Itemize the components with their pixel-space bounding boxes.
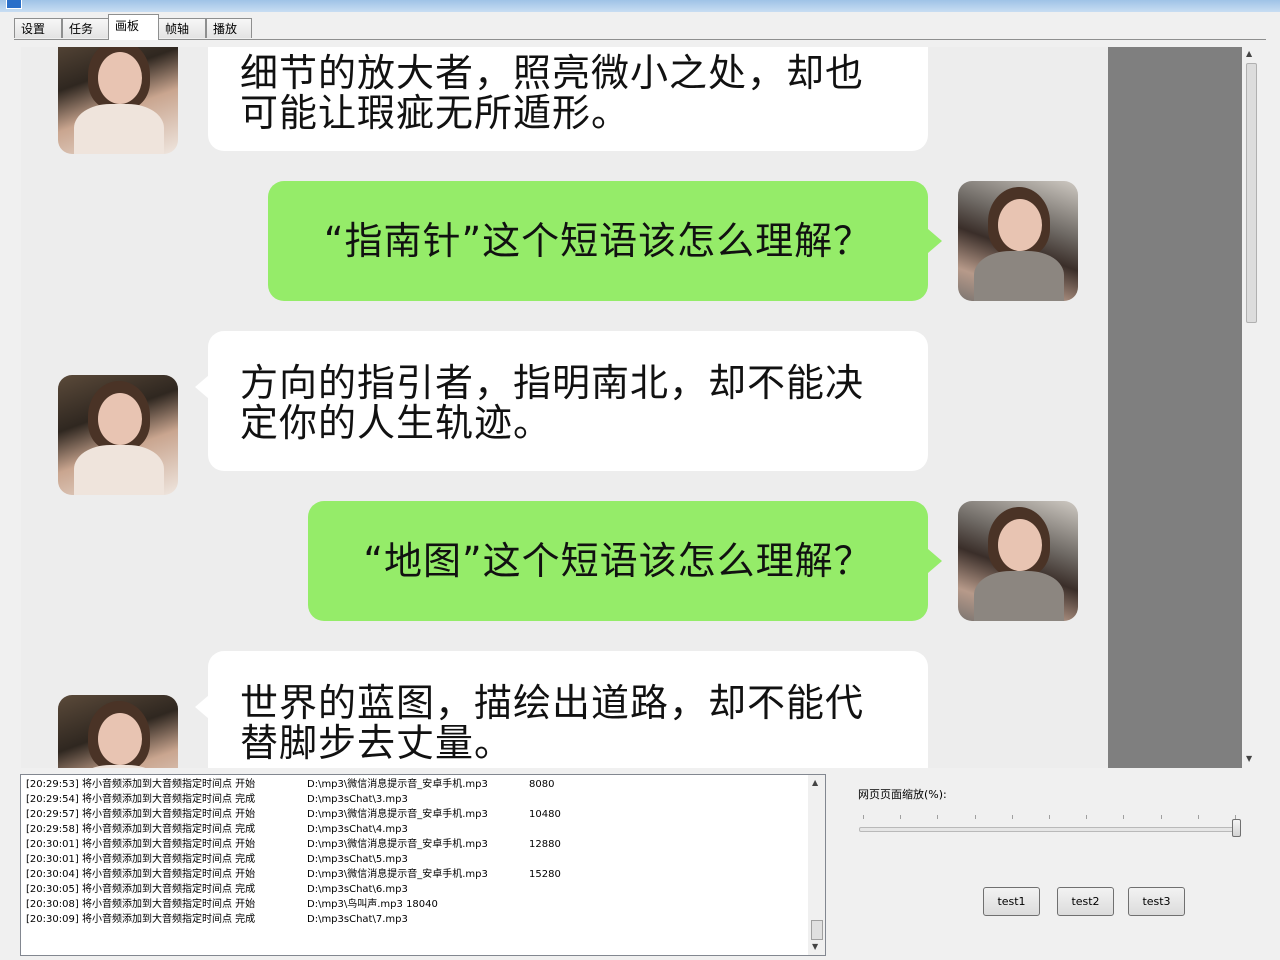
log-msg: 将小音频添加到大音频指定时间点 完成 <box>82 794 256 805</box>
log-msg: 将小音频添加到大音频指定时间点 完成 <box>82 914 256 925</box>
chat-bubble-text-line: 世界的蓝图，描绘出道路，却不能代 <box>240 681 865 725</box>
canvas-vertical-scrollbar[interactable]: ▲ ▼ <box>1242 47 1259 768</box>
tab-frame-axis[interactable]: 帧轴 <box>158 18 206 38</box>
log-textbox[interactable]: [20:29:53] 将小音频添加到大音频指定时间点 开始 D:\mp3\微信消息提… <box>20 774 826 956</box>
avatar-other <box>58 47 178 154</box>
log-msg: 将小音频添加到大音频指定时间点 完成 <box>82 884 256 895</box>
log-path: D:\mp3sChat\3.mp3 <box>307 794 408 805</box>
zoom-slider-track[interactable] <box>859 827 1241 832</box>
log-val: 10480 <box>529 809 561 820</box>
log-time: [20:30:04] <box>26 869 79 880</box>
tab-canvas[interactable]: 画板 <box>108 14 159 40</box>
chat-message-row: 细节的放大者，照亮微小之处，却也 可能让瑕疵无所遁形。 <box>21 47 1108 154</box>
avatar-self <box>958 501 1078 621</box>
chat-message-row: “地图”这个短语该怎么理解？ <box>21 501 1108 621</box>
slider-tick <box>863 815 864 819</box>
tab-playback[interactable]: 播放 <box>206 18 252 38</box>
test1-button[interactable]: test1 <box>983 887 1040 916</box>
slider-tick <box>937 815 938 819</box>
log-msg: 将小音频添加到大音频指定时间点 开始 <box>82 779 256 790</box>
log-time: [20:30:09] <box>26 914 79 925</box>
chat-bubble-sent: “地图”这个短语该怎么理解？ <box>308 501 928 621</box>
bubble-tail <box>928 229 942 253</box>
test2-button[interactable]: test2 <box>1057 887 1114 916</box>
log-msg: 将小音频添加到大音频指定时间点 开始 <box>82 869 256 880</box>
slider-tick <box>1198 815 1199 819</box>
bubble-tail <box>195 375 209 399</box>
log-scrollbar-thumb[interactable] <box>811 920 823 940</box>
avatar-self <box>958 181 1078 301</box>
log-msg: 将小音频添加到大音频指定时间点 开始 <box>82 839 256 850</box>
window-title-bar <box>0 0 1280 12</box>
slider-tick <box>900 815 901 819</box>
chat-bubble-received: 世界的蓝图，描绘出道路，却不能代 替脚步去丈量。 <box>208 651 928 768</box>
log-path: D:\mp3sChat\7.mp3 <box>307 914 408 925</box>
zoom-slider-ticks <box>859 815 1239 821</box>
log-time: [20:30:08] <box>26 899 79 910</box>
zoom-label: 网页页面缩放(%): <box>858 788 947 801</box>
log-time: [20:30:01] <box>26 839 79 850</box>
chat-bubble-text-line: 细节的放大者，照亮微小之处，却也 <box>240 51 865 95</box>
log-path: D:\mp3\微信消息提示音_安卓手机.mp3 <box>307 779 488 790</box>
log-path: D:\mp3\微信消息提示音_安卓手机.mp3 <box>307 809 488 820</box>
chat-bubble-text-line: 定你的人生轨迹。 <box>240 401 553 445</box>
tab-bar: 设置 任务 画板 帧轴 播放 <box>0 12 1280 40</box>
chat-bubble-text-line: 方向的指引者，指明南北，却不能决 <box>240 361 865 405</box>
avatar-other <box>58 375 178 495</box>
chat-bubble-text-line: “指南针”这个短语该怎么理解？ <box>323 219 873 263</box>
log-path: D:\mp3\微信消息提示音_安卓手机.mp3 <box>307 869 488 880</box>
chat-bubble-text-line: 可能让瑕疵无所遁形。 <box>240 91 631 135</box>
zoom-slider-thumb[interactable] <box>1232 819 1241 837</box>
test3-button[interactable]: test3 <box>1128 887 1185 916</box>
chat-bubble-sent: “指南针”这个短语该怎么理解？ <box>268 181 928 301</box>
log-val: 15280 <box>529 869 561 880</box>
tab-tasks[interactable]: 任务 <box>62 18 109 38</box>
log-scroll-up-icon[interactable]: ▲ <box>812 778 818 787</box>
app-icon <box>6 0 22 9</box>
slider-tick <box>1161 815 1162 819</box>
bubble-tail <box>928 549 942 573</box>
log-msg: 将小音频添加到大音频指定时间点 开始 <box>82 899 256 910</box>
chat-bubble-received: 细节的放大者，照亮微小之处，却也 可能让瑕疵无所遁形。 <box>208 47 928 151</box>
log-time: [20:29:57] <box>26 809 79 820</box>
chat-message-row: “指南针”这个短语该怎么理解？ <box>21 181 1108 301</box>
log-scroll-down-icon[interactable]: ▼ <box>812 942 818 951</box>
chat-canvas: 细节的放大者，照亮微小之处，却也 可能让瑕疵无所遁形。 “指南针”这个短语该怎么理解… <box>21 47 1108 768</box>
chat-bubble-text-line: 替脚步去丈量。 <box>240 721 514 765</box>
log-time: [20:30:05] <box>26 884 79 895</box>
log-path: D:\mp3sChat\5.mp3 <box>307 854 408 865</box>
slider-tick <box>1123 815 1124 819</box>
avatar-other <box>58 695 178 768</box>
log-msg: 将小音频添加到大音频指定时间点 完成 <box>82 854 256 865</box>
chat-bubble-received: 方向的指引者，指明南北，却不能决 定你的人生轨迹。 <box>208 331 928 471</box>
chat-bubble-text-line: “地图”这个短语该怎么理解？ <box>363 539 873 583</box>
scroll-up-arrow-icon[interactable]: ▲ <box>1246 49 1252 58</box>
scroll-down-arrow-icon[interactable]: ▼ <box>1246 754 1252 763</box>
log-msg: 将小音频添加到大音频指定时间点 开始 <box>82 809 256 820</box>
slider-tick <box>1049 815 1050 819</box>
scrollbar-thumb[interactable] <box>1246 63 1257 323</box>
chat-message-row: 世界的蓝图，描绘出道路，却不能代 替脚步去丈量。 <box>21 651 1108 768</box>
log-msg: 将小音频添加到大音频指定时间点 完成 <box>82 824 256 835</box>
log-val: 8080 <box>529 779 555 790</box>
log-path: D:\mp3\鸟叫声.mp3 18040 <box>307 899 438 910</box>
chat-message-row: 方向的指引者，指明南北，却不能决 定你的人生轨迹。 <box>21 331 1108 495</box>
slider-tick <box>1086 815 1087 819</box>
tab-pane-border <box>14 39 1266 40</box>
log-time: [20:29:54] <box>26 794 79 805</box>
log-path: D:\mp3sChat\6.mp3 <box>307 884 408 895</box>
bubble-tail <box>195 695 209 719</box>
log-val: 12880 <box>529 839 561 850</box>
log-vertical-scrollbar[interactable]: ▲ ▼ <box>808 775 825 955</box>
canvas-viewport[interactable]: 细节的放大者，照亮微小之处，却也 可能让瑕疵无所遁形。 “指南针”这个短语该怎么理解… <box>21 47 1242 768</box>
log-path: D:\mp3sChat\4.mp3 <box>307 824 408 835</box>
log-time: [20:29:53] <box>26 779 79 790</box>
log-path: D:\mp3\微信消息提示音_安卓手机.mp3 <box>307 839 488 850</box>
tab-settings[interactable]: 设置 <box>14 18 62 38</box>
log-time: [20:30:01] <box>26 854 79 865</box>
slider-tick <box>1012 815 1013 819</box>
log-time: [20:29:58] <box>26 824 79 835</box>
slider-tick <box>975 815 976 819</box>
